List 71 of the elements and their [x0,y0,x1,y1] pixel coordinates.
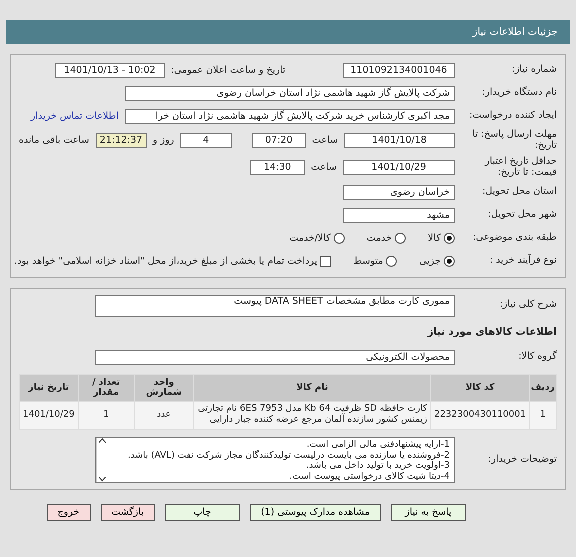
action-button[interactable]: خروج [46,504,91,522]
contact-link[interactable]: اطلاعات تماس خریدار [30,110,119,122]
note-line: 1-ارایه پیشنهادفنی مالی الزامی است. [306,440,450,451]
province-field[interactable]: خراسان رضوی [343,185,455,200]
table-cell: 1 [530,401,556,430]
field-label: طبقه بندی موضوعی: [472,233,557,244]
need-number-field[interactable]: 1101092134001046 [343,62,455,78]
radio-label: کالا [428,233,441,244]
column-header: تعداد / مقدار [78,374,134,402]
scroll-up-icon[interactable] [98,438,106,444]
scroll-down-icon[interactable] [98,477,106,482]
note-line: 4-دیتا شیت کالای درخواستی پیوست است. [288,472,450,482]
notes-field[interactable]: 1-ارایه پیشنهادفنی مالی الزامی است. 2-فروشنده یا سازنده می بایست درلیست تولیدکنندگان مجاز شرکت نفت (AVL) باشد. 3-اولویت خرید با تولید داخل می باشد. 4-دیتا شیت کالای درخواستی پیوست است. [95,437,455,484]
remaining-time-field[interactable]: 21:12:37 [96,133,148,148]
field-label: ساعت [311,162,337,174]
field-label: مهلت ارسال پاسخ: تا تاریخ: [472,130,557,152]
section-title: اطلاعات کالاهای مورد نیاز [428,327,557,338]
table-cell: عدد [134,401,194,430]
checkbox[interactable] [320,256,332,268]
note-line: 3-اولویت خرید با تولید داخل می باشد. [306,461,450,472]
page-title: جزئیات اطلاعات نیاز [472,26,558,38]
field-label: تاریخ و ساعت اعلان عمومی: [171,64,286,76]
field-label: استان محل تحویل: [481,187,557,198]
city-field[interactable]: مشهد [343,208,455,224]
date-field[interactable]: 1401/10/18 [344,133,455,148]
field-label: روز و [153,135,174,146]
field-label: گروه کالا: [518,352,557,364]
field-label: ساعت باقی مانده [19,135,90,146]
field-label: حداقل تاریخ اعتبار قیمت: تا تاریخ: [484,156,557,179]
days-field[interactable]: 4 [180,133,232,148]
radio-label: خدمت [366,233,392,244]
note-line: 2-فروشنده یا سازنده می بایست درلیست تولیدکنندگان مجاز شرکت نفت (AVL) باشد. [126,450,450,461]
radio-button[interactable] [334,233,345,244]
action-button[interactable]: بازگشت [100,504,156,522]
checkbox-label: پرداخت تمام یا بخشی از مبلغ خرید،از محل "اسناد خزانه اسلامی" خواهد بود. [14,256,318,268]
column-header: تاریخ نیاز [20,374,78,402]
table-cell: 1 [78,401,134,430]
field-label: توضیحات خریدار: [487,454,557,466]
column-header: نام کالا [194,374,431,402]
radio-button[interactable] [386,256,398,268]
column-header: ردیف [530,374,556,402]
time-field[interactable]: 07:20 [252,133,306,148]
date-field[interactable]: 1401/10/29 [343,160,455,176]
table-cell: کارت حافظه SD ظرفیت 64 Kb مدل 6ES 7953 نام تجارتی زیمنس کشور سازنده آلمان مرجع عرضه کننده جبار دارایی [194,401,431,430]
field-label: نام دستگاه خریدار: [481,88,557,98]
action-button[interactable]: چاپ [165,504,240,522]
action-button[interactable]: پاسخ به نیاز [391,504,466,522]
field-label: ساعت [312,135,338,146]
column-header: کد کالا [430,374,530,402]
radio-label: کالا/خدمت [290,233,331,244]
radio-label: متوسط [353,256,384,268]
field-label: ایجاد کننده درخواست: [468,110,557,122]
field-label: شرح کلی نیاز: [498,300,557,312]
announce-date-field[interactable]: 1401/10/13 - 10:02 [55,62,165,78]
requester-field[interactable]: مجد اکبری کارشناس خرید شرکت پالایش گاز شهید هاشمی نژاد استان خرا [125,108,455,124]
goods-group-field[interactable]: محصولات الکترونیکی [95,350,455,366]
radio-button[interactable] [444,233,455,244]
buyer-org-field[interactable]: شرکت پالایش گاز شهید هاشمی نژاد استان خراسان رضوی [125,86,455,100]
time-field[interactable]: 14:30 [250,160,306,176]
table-cell: 2232300430110001 [430,401,530,430]
action-button[interactable]: مشاهده مدارک پیوستی (1) [250,504,381,522]
radio-label: جزیی [419,256,441,268]
table-cell: 1401/10/29 [20,401,78,430]
scrollbar[interactable] [96,438,107,482]
description-field[interactable]: مموری کارت مطابق مشخصات DATA SHEET پیوست [95,294,455,317]
field-label: شماره نیاز: [510,64,557,76]
column-header: واحد شمارش [134,374,194,402]
radio-button[interactable] [395,233,406,244]
field-label: شهر محل تحویل: [487,210,557,222]
radio-button[interactable] [444,256,455,268]
field-label: نوع فرآیند خرید : [488,256,557,268]
